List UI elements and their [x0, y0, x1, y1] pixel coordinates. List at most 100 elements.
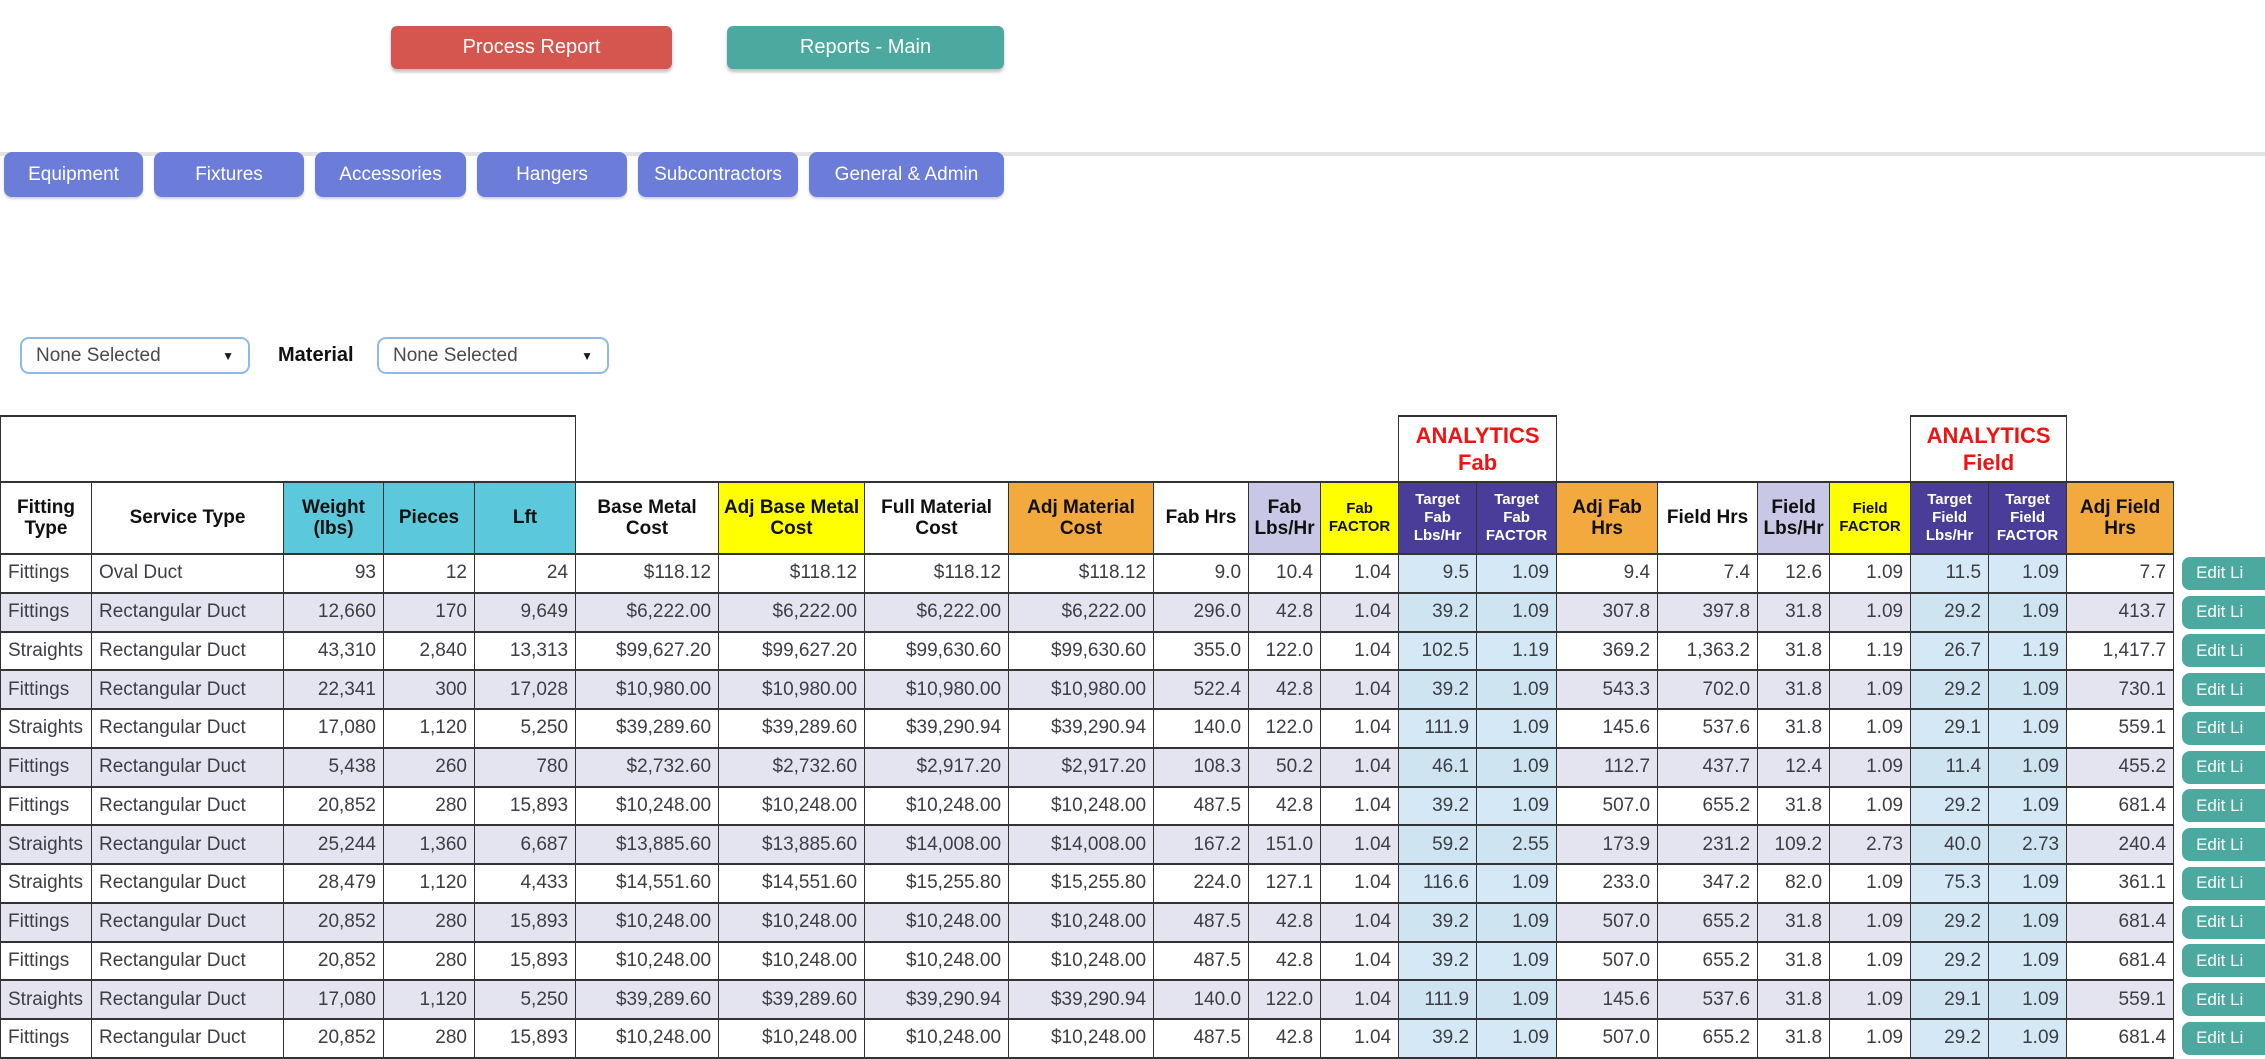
cell: 15,893: [475, 942, 576, 981]
cell: $118.12: [719, 554, 865, 593]
table-row: FittingsRectangular Duct12,6601709,649$6…: [1, 593, 2265, 632]
cell: 1.09: [1989, 903, 2067, 942]
edit-cell: Edit Li: [2174, 942, 2265, 981]
edit-line-button[interactable]: Edit Li: [2182, 906, 2265, 939]
cell: 50.2: [1249, 748, 1321, 787]
cell: 280: [384, 942, 475, 981]
cell: 2.73: [1989, 825, 2067, 864]
cell: 5,250: [475, 709, 576, 748]
cell: 59.2: [1399, 825, 1477, 864]
cell: 29.1: [1911, 709, 1989, 748]
edit-cell: Edit Li: [2174, 554, 2265, 593]
cell: $14,551.60: [576, 864, 719, 903]
table-row: FittingsOval Duct931224$118.12$118.12$11…: [1, 554, 2265, 593]
cell: 29.2: [1911, 942, 1989, 981]
tab-equipment[interactable]: Equipment: [4, 152, 143, 197]
cell: 31.8: [1758, 903, 1830, 942]
cell: 20,852: [284, 787, 384, 826]
cell: $118.12: [865, 554, 1009, 593]
cell: $6,222.00: [1009, 593, 1154, 632]
cell: $39,289.60: [719, 980, 865, 1019]
cell: 11.5: [1911, 554, 1989, 593]
tab-fixtures[interactable]: Fixtures: [154, 152, 304, 197]
cell: 1.09: [1989, 980, 2067, 1019]
edit-line-button[interactable]: Edit Li: [2182, 789, 2265, 822]
process-report-button[interactable]: Process Report: [391, 26, 672, 69]
col-header-target-field-lbs-hr: Target Field Lbs/Hr: [1911, 482, 1989, 554]
cell: $10,248.00: [576, 903, 719, 942]
edit-line-button[interactable]: Edit Li: [2182, 557, 2265, 590]
tab-general-admin[interactable]: General & Admin: [809, 152, 1004, 197]
cell: 25,244: [284, 825, 384, 864]
cell: 20,852: [284, 942, 384, 981]
tab-hangers[interactable]: Hangers: [477, 152, 627, 197]
cell: 1,120: [384, 864, 475, 903]
cell: $6,222.00: [865, 593, 1009, 632]
edit-line-button[interactable]: Edit Li: [2182, 983, 2265, 1016]
edit-cell: Edit Li: [2174, 593, 2265, 632]
edit-line-button[interactable]: Edit Li: [2182, 828, 2265, 861]
edit-line-button[interactable]: Edit Li: [2182, 867, 2265, 900]
cell: $10,248.00: [865, 787, 1009, 826]
material-label: Material: [278, 337, 354, 374]
edit-cell: Edit Li: [2174, 903, 2265, 942]
cell: $10,248.00: [576, 787, 719, 826]
edit-line-button[interactable]: Edit Li: [2182, 751, 2265, 784]
col-header-target-fab-factor: Target Fab FACTOR: [1477, 482, 1557, 554]
cell: 233.0: [1557, 864, 1658, 903]
cell: 231.2: [1658, 825, 1758, 864]
cell: 537.6: [1658, 709, 1758, 748]
cell: Rectangular Duct: [92, 825, 284, 864]
cell: 17,080: [284, 980, 384, 1019]
cell: Straights: [1, 709, 92, 748]
cell: $14,008.00: [1009, 825, 1154, 864]
cell: 39.2: [1399, 787, 1477, 826]
tab-bar: Equipment Fixtures Accessories Hangers S…: [4, 152, 1004, 197]
cell: 1.19: [1830, 632, 1911, 671]
cell: 39.2: [1399, 942, 1477, 981]
cell: 1,120: [384, 980, 475, 1019]
cell: 12.4: [1758, 748, 1830, 787]
cell: $10,980.00: [719, 670, 865, 709]
tab-subcontractors[interactable]: Subcontractors: [638, 152, 798, 197]
cell: $13,885.60: [576, 825, 719, 864]
cell: 240.4: [2067, 825, 2174, 864]
col-header-field-factor: Field FACTOR: [1830, 482, 1911, 554]
cell: $2,917.20: [1009, 748, 1154, 787]
cell: 1.09: [1830, 787, 1911, 826]
material-filter-dropdown[interactable]: None Selected ▼: [377, 337, 609, 374]
edit-line-button[interactable]: Edit Li: [2182, 944, 2265, 977]
edit-line-button[interactable]: Edit Li: [2182, 1022, 2265, 1055]
cell: 122.0: [1249, 709, 1321, 748]
table-row: FittingsRectangular Duct5,438260780$2,73…: [1, 748, 2265, 787]
cell: 17,028: [475, 670, 576, 709]
cell: 1.09: [1830, 942, 1911, 981]
cell: 9.5: [1399, 554, 1477, 593]
cell: $2,917.20: [865, 748, 1009, 787]
cell: 108.3: [1154, 748, 1249, 787]
cell: 1.09: [1477, 903, 1557, 942]
cell: 31.8: [1758, 942, 1830, 981]
edit-line-button[interactable]: Edit Li: [2182, 673, 2265, 706]
chevron-down-icon: ▼: [222, 349, 234, 363]
analytics-field-line2: Field: [1912, 449, 2065, 476]
col-header-adj-field-hrs: Adj Field Hrs: [2067, 482, 2174, 554]
cell: 112.7: [1557, 748, 1658, 787]
cell: 1.09: [1989, 709, 2067, 748]
edit-line-button[interactable]: Edit Li: [2182, 634, 2265, 667]
tab-accessories[interactable]: Accessories: [315, 152, 466, 197]
reports-main-button[interactable]: Reports - Main: [727, 26, 1004, 69]
cell: 31.8: [1758, 980, 1830, 1019]
cell: 1.04: [1321, 825, 1399, 864]
cell: 1.04: [1321, 748, 1399, 787]
cell: 2,840: [384, 632, 475, 671]
analytics-field-header: ANALYTICS Field: [1911, 416, 2067, 482]
edit-line-button[interactable]: Edit Li: [2182, 712, 2265, 745]
edit-cell: Edit Li: [2174, 825, 2265, 864]
edit-line-button[interactable]: Edit Li: [2182, 596, 2265, 629]
cell: Fittings: [1, 748, 92, 787]
cell: 173.9: [1557, 825, 1658, 864]
cell: 347.2: [1658, 864, 1758, 903]
service-filter-dropdown[interactable]: None Selected ▼: [20, 337, 250, 374]
cell: $10,248.00: [1009, 903, 1154, 942]
